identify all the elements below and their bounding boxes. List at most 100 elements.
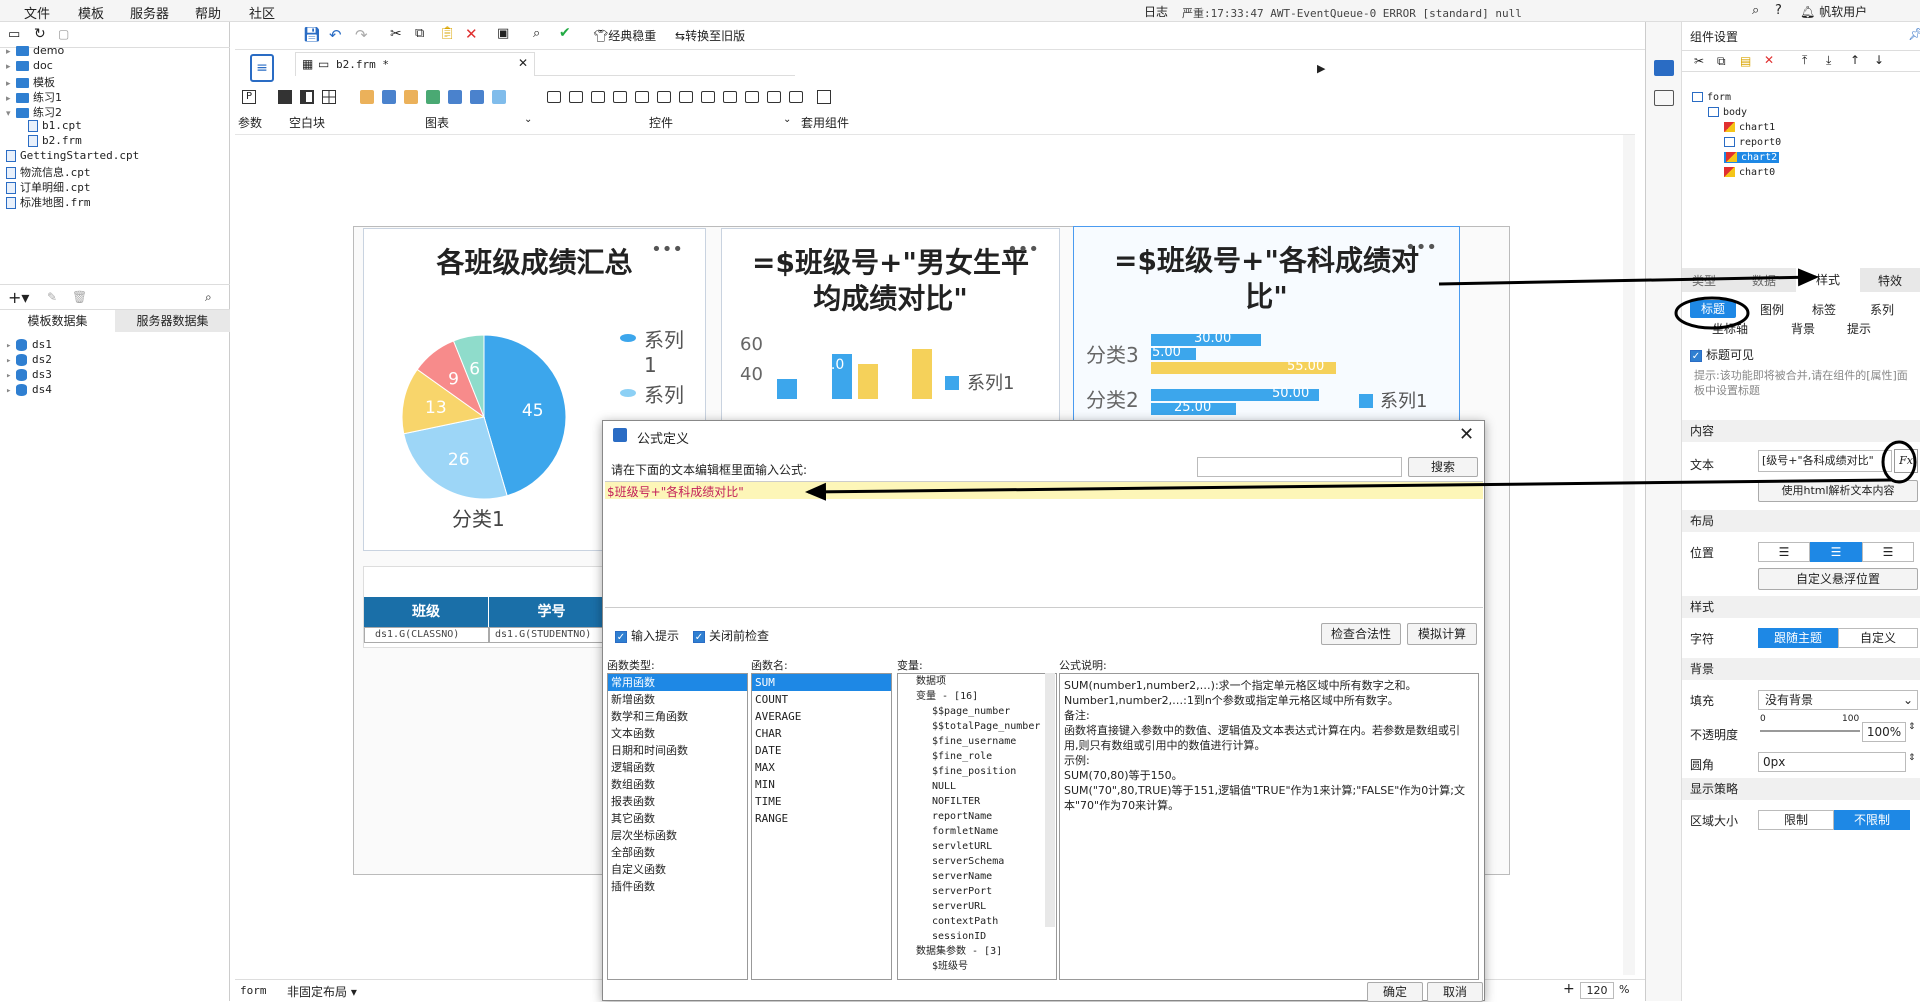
menu-help[interactable]: 帮助 <box>195 3 221 22</box>
opacity-input[interactable]: 100% <box>1862 722 1906 742</box>
component-tree-item[interactable]: form <box>1692 92 1731 103</box>
form-design-icon[interactable]: ≡ <box>250 54 274 82</box>
search-dataset-icon[interactable]: ⌕ <box>205 290 212 305</box>
add-dataset-icon[interactable]: +▾ <box>8 288 29 307</box>
expand-icon[interactable]: ▭ <box>8 27 20 42</box>
move-top-icon[interactable]: ⤒ <box>1802 53 1807 68</box>
tab-data[interactable]: 数据 <box>1752 272 1776 289</box>
follow-theme-button[interactable]: 跟随主题 <box>1758 628 1838 648</box>
function-name-item[interactable]: CHAR <box>752 725 891 742</box>
variable-item[interactable]: serverSchema <box>898 854 1056 869</box>
menu-file[interactable]: 文件 <box>24 3 50 22</box>
variable-item[interactable]: 数据集参数 - [3] <box>898 944 1056 959</box>
formula-button[interactable]: Fx <box>1894 449 1918 473</box>
tree-item[interactable]: ▸ 练习1 <box>6 89 62 105</box>
variable-item[interactable]: $fine_username <box>898 734 1056 749</box>
function-type-item[interactable]: 自定义函数 <box>608 861 747 878</box>
search-icon[interactable]: ⌕ <box>1752 3 1759 18</box>
variable-item[interactable]: $$totalPage_number <box>898 719 1056 734</box>
collapsed-icon[interactable]: ▸ <box>6 47 16 57</box>
subtab-background[interactable]: 背景 <box>1791 320 1815 337</box>
tree-item[interactable]: b2.frm <box>28 134 82 147</box>
variable-item[interactable]: 数据项 <box>898 674 1056 689</box>
html-parse-button[interactable]: 使用html解析文本内容 <box>1758 480 1918 502</box>
function-type-item[interactable]: 层次坐标函数 <box>608 827 747 844</box>
check-icon[interactable]: ✔ <box>559 25 571 41</box>
collapsed-icon[interactable]: ▸ <box>6 386 16 396</box>
function-type-item[interactable]: 逻辑函数 <box>608 759 747 776</box>
function-name-item[interactable]: MIN <box>752 776 891 793</box>
tab-template-datasets[interactable]: 模板数据集 <box>0 310 115 332</box>
subtab-legend[interactable]: 图例 <box>1760 301 1784 318</box>
tree-item[interactable]: 标准地图.frm <box>6 194 91 210</box>
paste-icon[interactable]: 📋︎ <box>439 26 456 41</box>
chart1-menu-icon[interactable]: ••• <box>651 239 683 260</box>
delete-icon[interactable]: 🗑︎ <box>72 290 87 304</box>
move-down-icon[interactable]: ↓ <box>1874 53 1884 67</box>
fill-select[interactable]: 没有背景 ⌄ <box>1758 690 1918 710</box>
collapsed-icon[interactable]: ▸ <box>6 341 16 351</box>
tree-item[interactable]: 订单明细.cpt <box>6 179 91 195</box>
component-tree-item[interactable]: body <box>1708 107 1747 118</box>
control-icon[interactable] <box>789 91 803 103</box>
control-more-icon[interactable]: ⌄ <box>783 114 791 125</box>
control-icon[interactable] <box>613 91 627 103</box>
function-type-item[interactable]: 报表函数 <box>608 793 747 810</box>
align-center-button[interactable]: ☰ <box>1810 542 1862 562</box>
cut-icon[interactable]: ✂ <box>390 26 402 42</box>
limit-button[interactable]: 限制 <box>1758 810 1834 830</box>
function-name-item[interactable]: DATE <box>752 742 891 759</box>
help-icon[interactable]: ? <box>1775 3 1782 18</box>
chart-type-icon[interactable] <box>448 90 462 104</box>
function-name-item[interactable]: RANGE <box>752 810 891 827</box>
absolute-block-icon[interactable] <box>322 90 336 104</box>
component-settings-icon[interactable] <box>1654 60 1674 76</box>
menu-community[interactable]: 社区 <box>249 3 275 22</box>
log-label[interactable]: 日志 <box>1144 3 1168 20</box>
collapsed-icon[interactable]: ▸ <box>6 94 16 104</box>
subtab-tooltip[interactable]: 提示 <box>1847 320 1871 337</box>
component-tree-item[interactable]: chart1 <box>1724 122 1775 133</box>
function-type-item[interactable]: 日期和时间函数 <box>608 742 747 759</box>
function-name-item[interactable]: MAX <box>752 759 891 776</box>
radius-input[interactable]: 0px <box>1758 752 1906 772</box>
param-icon[interactable]: P <box>242 90 256 104</box>
title-visible-checkbox[interactable]: ✓ 标题可见 <box>1690 346 1754 363</box>
custom-font-button[interactable]: 自定义 <box>1838 628 1918 648</box>
chart-type-icon[interactable] <box>360 90 374 104</box>
function-type-item[interactable]: 其它函数 <box>608 810 747 827</box>
function-type-item[interactable]: 常用函数 <box>608 674 747 691</box>
theme-button[interactable]: 👕︎经典稳重 <box>593 27 656 44</box>
zoom-input[interactable]: 120 <box>1580 982 1614 999</box>
nolimit-button[interactable]: 不限制 <box>1834 810 1910 830</box>
subtab-title[interactable]: 标题 <box>1690 300 1736 318</box>
tab-effect[interactable]: 特效 <box>1878 272 1902 289</box>
variable-item[interactable]: $班级号 <box>898 959 1056 974</box>
tab-style[interactable]: 样式 <box>1796 268 1860 292</box>
zoom-in-icon[interactable]: + <box>1563 981 1575 997</box>
edit-icon[interactable]: ✎ <box>47 290 57 304</box>
layout-select[interactable]: 非固定布局 ▾ <box>287 983 357 1000</box>
input-hint-checkbox[interactable]: ✓ 输入提示 <box>615 627 679 644</box>
close-icon[interactable]: ✕ <box>1459 424 1474 445</box>
dataset-item[interactable]: ▸ ds1 <box>6 338 52 351</box>
variable-scrollbar[interactable] <box>1045 673 1055 927</box>
function-name-item[interactable]: SUM <box>752 674 891 691</box>
tree-item[interactable]: 物流信息.cpt <box>6 164 91 180</box>
variable-item[interactable]: $fine_position <box>898 764 1056 779</box>
chart-more-icon[interactable]: ⌄ <box>524 114 532 125</box>
collapsed-icon[interactable]: ▸ <box>6 371 16 381</box>
variable-item[interactable]: 变量 - [16] <box>898 689 1056 704</box>
dataset-item[interactable]: ▸ ds3 <box>6 368 52 381</box>
dataset-item[interactable]: ▸ ds4 <box>6 383 52 396</box>
tree-item[interactable]: ▸ 模板 <box>6 74 55 90</box>
variable-item[interactable]: contextPath <box>898 914 1056 929</box>
close-tab-icon[interactable]: ✕ <box>518 56 528 70</box>
spinner-icon[interactable]: ⇕ <box>1908 753 1916 763</box>
tab-type[interactable]: 类型 <box>1692 272 1716 289</box>
preview-icon[interactable]: ▣ <box>497 26 509 41</box>
suit-component-icon[interactable] <box>817 90 831 104</box>
undo-icon[interactable]: ↶ <box>329 26 342 44</box>
variable-item[interactable]: formletName <box>898 824 1056 839</box>
function-type-item[interactable]: 数学和三角函数 <box>608 708 747 725</box>
